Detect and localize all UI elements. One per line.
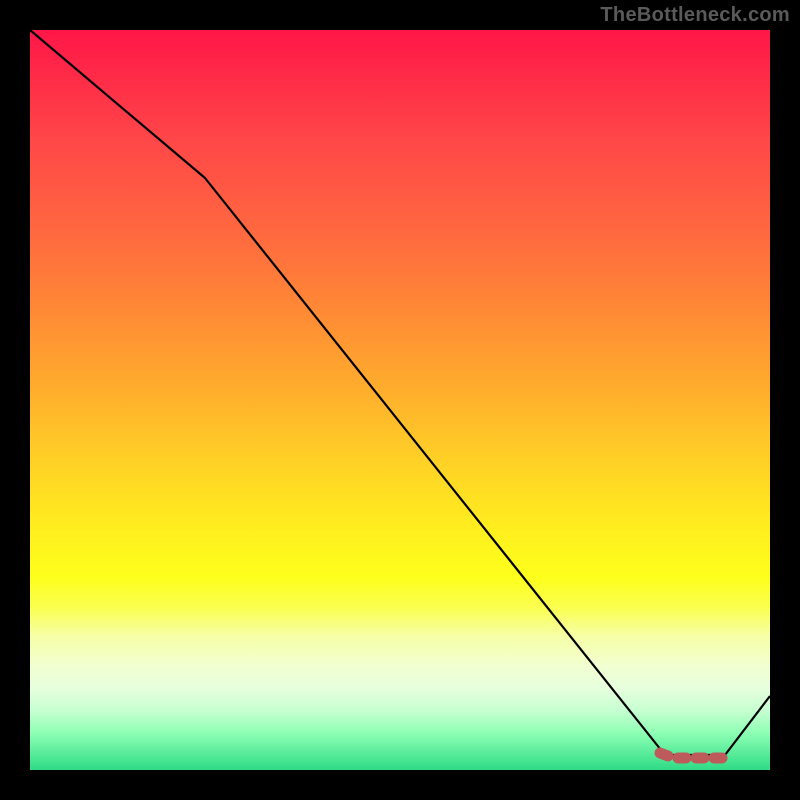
chart-svg [0, 0, 800, 800]
main-curve-line [30, 30, 770, 755]
watermark-text: TheBottleneck.com [600, 4, 790, 27]
chart-stage: TheBottleneck.com [0, 0, 800, 800]
